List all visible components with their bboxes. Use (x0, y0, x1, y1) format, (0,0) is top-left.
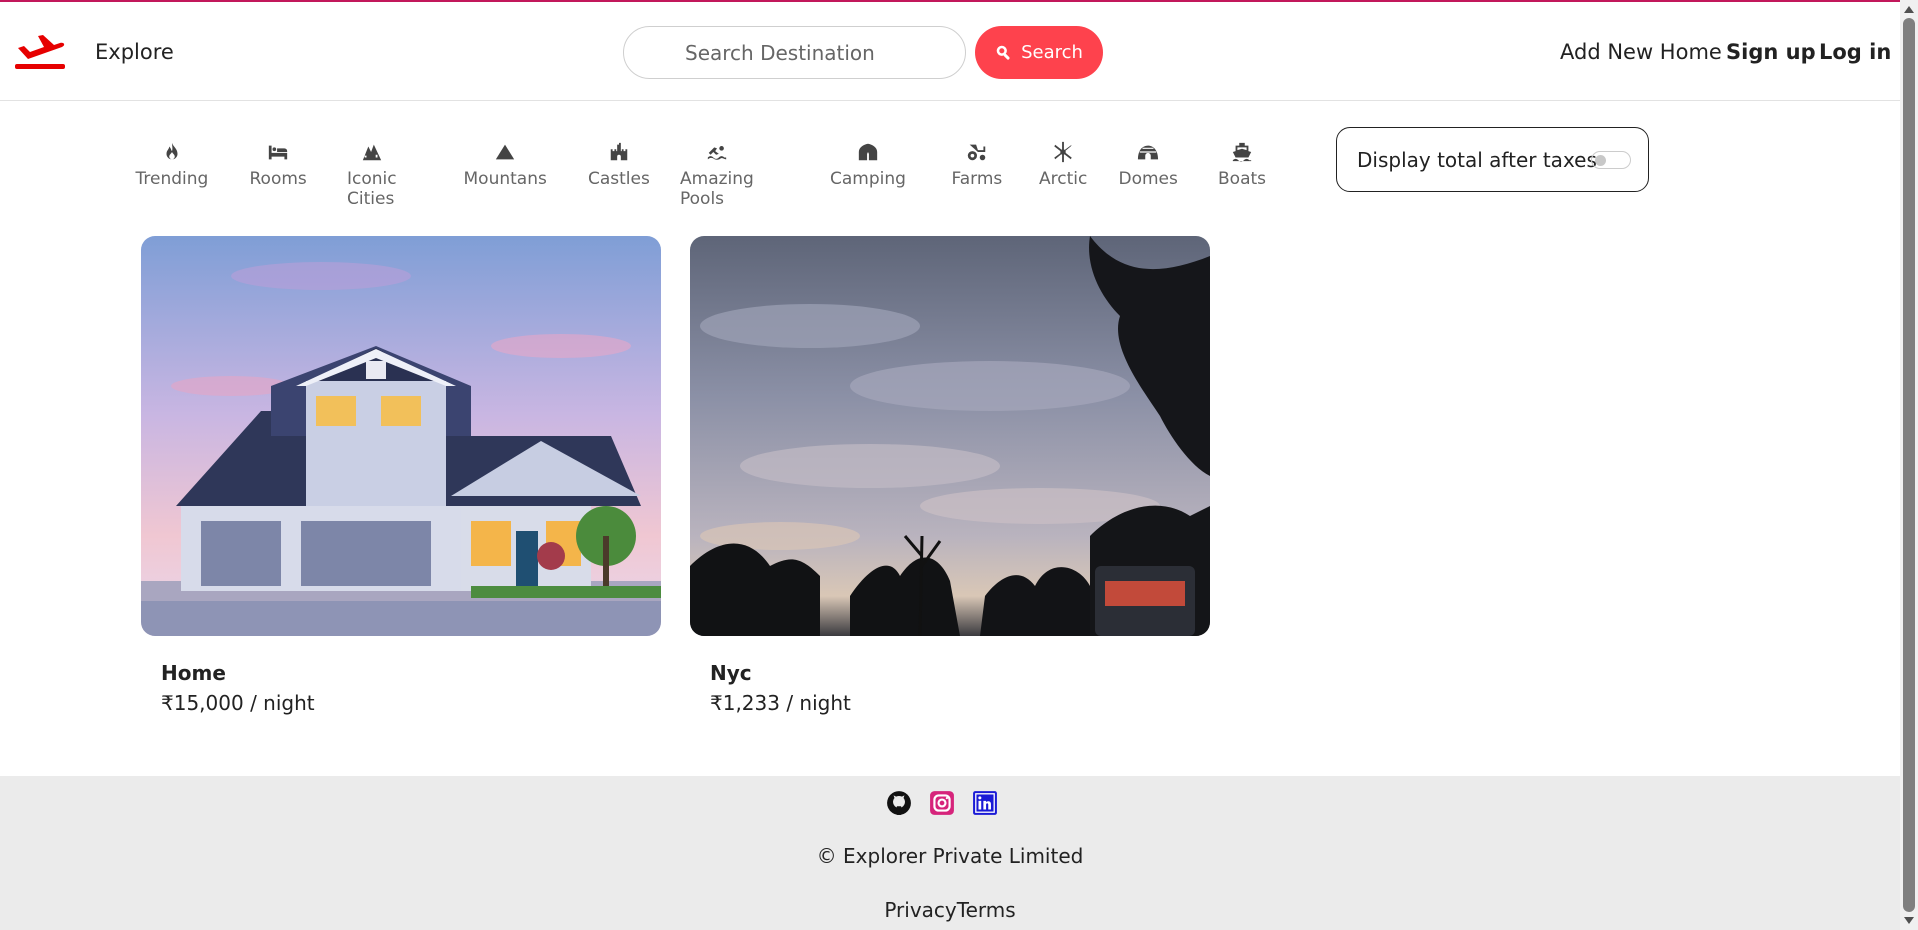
switch-knob (1595, 155, 1606, 166)
mountain-icon (493, 140, 517, 164)
filter-trending[interactable]: Trending (135, 140, 209, 189)
bed-icon (266, 140, 290, 164)
filter-farms[interactable]: Farms (951, 140, 1003, 189)
copyright-text: © Explorer Private Limited (816, 844, 1084, 868)
filter-mountains[interactable]: Mountans (464, 140, 547, 189)
city-icon (360, 140, 384, 164)
linkedin-icon[interactable] (972, 790, 998, 816)
navbar: Explore Search Add New Home Sign up Log … (0, 2, 1900, 101)
filter-label: Amazing Pools (680, 169, 754, 209)
scroll-thumb[interactable] (1903, 18, 1915, 912)
tax-toggle-switch[interactable] (1591, 151, 1631, 169)
tractor-icon (965, 140, 989, 164)
filter-label: Rooms (249, 169, 307, 189)
listing-card[interactable]: Nyc ₹1,233 / night (690, 236, 1210, 715)
filter-label: Iconic Cities (347, 169, 397, 209)
signup-link[interactable]: Sign up (1726, 40, 1816, 64)
instagram-icon[interactable] (929, 790, 955, 816)
filter-label: Trending (135, 169, 209, 189)
igloo-icon (1136, 140, 1160, 164)
filter-castles[interactable]: Castles (588, 140, 650, 189)
scroll-up-arrow-icon[interactable] (1904, 6, 1914, 13)
scrollbar[interactable] (1900, 0, 1918, 930)
filter-label: Castles (588, 169, 650, 189)
filter-label: Camping (830, 169, 906, 189)
search-icon (996, 45, 1010, 60)
filter-iconic-cities[interactable]: Iconic Cities (347, 140, 397, 209)
add-new-home-link[interactable]: Add New Home (1560, 40, 1722, 64)
filter-domes[interactable]: Domes (1119, 140, 1178, 189)
footer-links[interactable]: PrivacyTerms (0, 898, 1900, 922)
filter-camping[interactable]: Camping (830, 140, 906, 189)
search-button[interactable]: Search (975, 26, 1103, 79)
filter-label: Domes (1118, 169, 1178, 189)
tax-toggle-label: Display total after taxes (1357, 147, 1597, 172)
login-link[interactable]: Log in (1819, 40, 1891, 64)
swimmer-icon (705, 140, 729, 164)
search-input[interactable] (623, 26, 966, 79)
listing-price: ₹15,000 / night (161, 691, 315, 715)
filter-arctic[interactable]: Arctic (1039, 140, 1087, 189)
filter-label: Boats (1218, 169, 1267, 189)
listing-price: ₹1,233 / night (710, 691, 851, 715)
filter-amazing-pools[interactable]: Amazing Pools (680, 140, 754, 209)
filter-boats[interactable]: Boats (1218, 140, 1266, 189)
listing-title: Nyc (710, 661, 752, 685)
social-links (886, 790, 998, 816)
tax-toggle-box: Display total after taxes (1336, 127, 1649, 192)
listing-card[interactable]: Home ₹15,000 / night (141, 236, 661, 715)
tent-icon (856, 140, 880, 164)
fire-icon (160, 140, 184, 164)
footer: © Explorer Private Limited PrivacyTerms (0, 776, 1900, 930)
listing-title: Home (161, 661, 226, 685)
ship-icon (1230, 140, 1254, 164)
plane-icon[interactable] (14, 30, 66, 72)
castle-icon (607, 140, 631, 164)
listing-image-house (141, 236, 661, 636)
filter-label: Mountans (463, 169, 547, 189)
filter-label: Farms (951, 169, 1003, 189)
brand-link[interactable]: Explore (95, 40, 174, 64)
scroll-down-arrow-icon[interactable] (1904, 917, 1914, 924)
snowflake-icon (1051, 140, 1075, 164)
filter-label: Arctic (1039, 169, 1088, 189)
github-icon[interactable] (886, 790, 912, 816)
filter-rooms[interactable]: Rooms (250, 140, 307, 189)
search-button-label: Search (1021, 42, 1083, 63)
listing-image-sky (690, 236, 1210, 636)
